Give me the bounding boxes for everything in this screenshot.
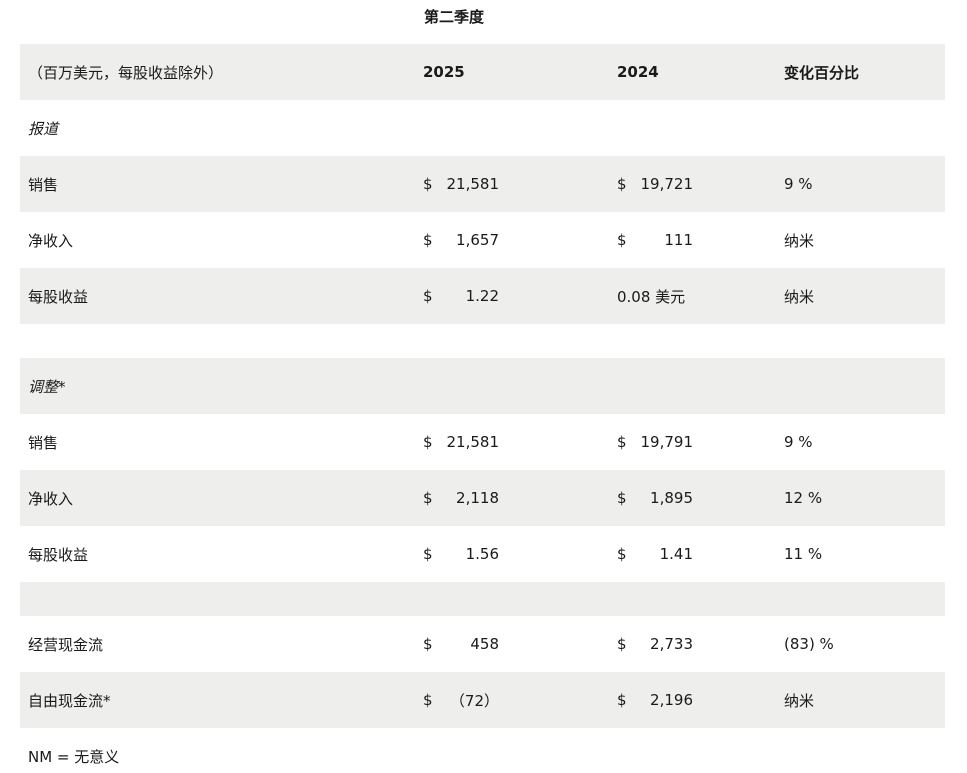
amount: 1.41 xyxy=(659,545,693,563)
amount: 1.56 xyxy=(465,545,499,563)
value-2024: $1.41 xyxy=(617,526,693,582)
table-row: 净收入 $2,118 $1,895 12 % xyxy=(20,470,945,526)
header-row: （百万美元，每股收益除外） 2025 2024 变化百分比 xyxy=(20,44,945,100)
amount: 458 xyxy=(470,635,499,653)
change-value: 9 % xyxy=(784,175,813,193)
amount: 2,733 xyxy=(650,635,693,653)
row-label: 销售 xyxy=(28,433,59,452)
currency-symbol: $ xyxy=(617,231,627,249)
currency-symbol: $ xyxy=(423,287,433,305)
currency-symbol: $ xyxy=(423,433,433,451)
row-label: 净收入 xyxy=(28,489,74,508)
section-reported-label: 报道 xyxy=(28,119,59,138)
row-label: 自由现金流* xyxy=(28,691,111,710)
value-2024: $2,196 xyxy=(617,672,693,728)
header-label: （百万美元，每股收益除外） xyxy=(28,63,224,82)
amount: 2,118 xyxy=(456,489,499,507)
currency-symbol: $ xyxy=(617,433,627,451)
value-2025: $1.22 xyxy=(423,268,499,324)
table-title: 第二季度 xyxy=(424,8,485,26)
value-2024: $111 xyxy=(617,212,693,268)
amount: 1.22 xyxy=(465,287,499,305)
amount: 2,196 xyxy=(650,691,693,709)
table-row: 净收入 $1,657 $111 纳米 xyxy=(20,212,945,268)
spacer-row xyxy=(20,582,945,616)
amount: 1,657 xyxy=(456,231,499,249)
row-label: 销售 xyxy=(28,175,59,194)
value-2025: $1.56 xyxy=(423,526,499,582)
currency-symbol: $ xyxy=(617,489,627,507)
section-adjusted-label: 调整* xyxy=(28,377,66,396)
currency-symbol: $ xyxy=(423,231,433,249)
section-row-adjusted: 调整* xyxy=(20,358,945,414)
value-2024: $19,791 xyxy=(617,414,693,470)
table-row: 自由现金流* $ （72） $2,196 纳米 xyxy=(20,672,945,728)
currency-symbol: $ xyxy=(617,691,627,709)
header-2024: 2024 xyxy=(617,63,659,81)
spacer-row xyxy=(20,324,945,358)
table-row: 每股收益 $1.22 0.08 美元 纳米 xyxy=(20,268,945,324)
value-2024: $1,895 xyxy=(617,470,693,526)
value-2025: $2,118 xyxy=(423,470,499,526)
financial-table: （百万美元，每股收益除外） 2025 2024 变化百分比 报道 销售 $21,… xyxy=(20,44,945,728)
footnote: NM = 无意义 xyxy=(28,748,120,766)
value-2025: $1,657 xyxy=(423,212,499,268)
value-2024: $19,721 xyxy=(617,156,693,212)
table-row: 销售 $21,581 $19,791 9 % xyxy=(20,414,945,470)
currency-symbol: $ xyxy=(423,691,433,709)
row-label: 每股收益 xyxy=(28,287,89,306)
value-2024: 0.08 美元 xyxy=(617,287,686,306)
amount: 1,895 xyxy=(650,489,693,507)
value-2025: $458 xyxy=(423,616,499,672)
table-row: 销售 $21,581 $19,721 9 % xyxy=(20,156,945,212)
row-label: 经营现金流 xyxy=(28,635,104,654)
currency-symbol: $ xyxy=(617,545,627,563)
row-label: 每股收益 xyxy=(28,545,89,564)
amount: 19,721 xyxy=(640,175,694,193)
amount: 21,581 xyxy=(446,433,500,451)
currency-symbol: $ xyxy=(423,635,433,653)
change-value: 11 % xyxy=(784,545,823,563)
amount: （72） xyxy=(449,691,499,710)
currency-symbol: $ xyxy=(617,175,627,193)
change-value: (83) % xyxy=(784,635,834,653)
value-2025: $21,581 xyxy=(423,156,499,212)
change-value: 9 % xyxy=(784,433,813,451)
change-value: 纳米 xyxy=(784,231,815,250)
row-label: 净收入 xyxy=(28,231,74,250)
section-row-reported: 报道 xyxy=(20,100,945,156)
change-value: 纳米 xyxy=(784,287,815,306)
currency-symbol: $ xyxy=(423,489,433,507)
header-change: 变化百分比 xyxy=(784,63,860,82)
change-value: 纳米 xyxy=(784,691,815,710)
table-row: 经营现金流 $458 $2,733 (83) % xyxy=(20,616,945,672)
table-row: 每股收益 $1.56 $1.41 11 % xyxy=(20,526,945,582)
value-2024: $2,733 xyxy=(617,616,693,672)
currency-symbol: $ xyxy=(617,635,627,653)
value-2025: $21,581 xyxy=(423,414,499,470)
currency-symbol: $ xyxy=(423,175,433,193)
amount: 21,581 xyxy=(446,175,500,193)
currency-symbol: $ xyxy=(423,545,433,563)
change-value: 12 % xyxy=(784,489,823,507)
amount: 19,791 xyxy=(640,433,694,451)
value-2025: $ （72） xyxy=(423,672,499,728)
amount: 111 xyxy=(664,231,693,249)
header-2025: 2025 xyxy=(423,63,465,81)
